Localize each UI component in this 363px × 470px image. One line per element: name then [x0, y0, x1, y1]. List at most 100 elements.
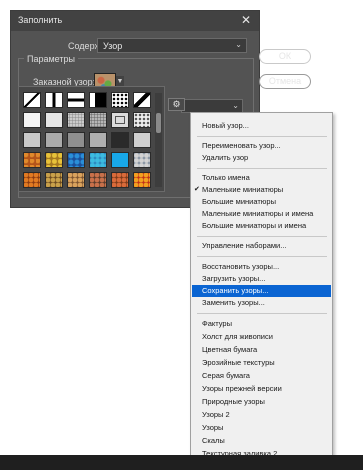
- menu-item-reset-patterns[interactable]: Восстановить узоры...: [192, 261, 331, 273]
- pattern-tile[interactable]: [133, 112, 151, 128]
- pattern-tile[interactable]: [45, 172, 63, 188]
- menu-item-label: Природные узоры: [202, 397, 265, 406]
- menu-item-label: Восстановить узоры...: [202, 262, 280, 271]
- pattern-tile[interactable]: [23, 92, 41, 108]
- menu-item-label: Узоры 2: [202, 410, 230, 419]
- menu-item-label: Эрозийные текстуры: [202, 358, 275, 367]
- pattern-tile[interactable]: [67, 172, 85, 188]
- dialog-titlebar: Заполнить ✕: [11, 11, 259, 31]
- menu-divider: [197, 313, 327, 314]
- pattern-tile[interactable]: [45, 152, 63, 168]
- menu-item-label: Маленькие миниатюры: [202, 185, 284, 194]
- menu-item-label: Скалы: [202, 436, 225, 445]
- pattern-tile[interactable]: [23, 172, 41, 188]
- menu-item-label: Фактуры: [202, 319, 232, 328]
- menu-item-large-thumbnails[interactable]: Большие миниатюры: [192, 196, 331, 208]
- menu-item-large-list[interactable]: Большие миниатюры и имена: [192, 220, 331, 232]
- chevron-down-icon: ▼: [116, 78, 124, 85]
- menu-item-preset-set[interactable]: Узоры 2: [192, 409, 331, 421]
- menu-item-label: Управление наборами...: [202, 241, 287, 250]
- pattern-tile[interactable]: [111, 172, 129, 188]
- pattern-tile[interactable]: [67, 112, 85, 128]
- menu-item-label: Серая бумага: [202, 371, 250, 380]
- picker-scroll-thumb[interactable]: [156, 113, 161, 133]
- menu-item-small-thumbnails[interactable]: ✔ Маленькие миниатюры: [192, 184, 331, 196]
- menu-item-preset-set[interactable]: Скалы: [192, 435, 331, 447]
- parameters-label: Параметры: [24, 54, 78, 64]
- menu-item-preset-manager[interactable]: Управление наборами...: [192, 240, 331, 252]
- pattern-tile[interactable]: [133, 172, 151, 188]
- menu-item-save-patterns[interactable]: Сохранить узоры...: [192, 285, 331, 297]
- pattern-tile[interactable]: [23, 132, 41, 148]
- contents-select[interactable]: Узор ⌄: [97, 38, 247, 53]
- pattern-tile[interactable]: [111, 132, 129, 148]
- menu-item-preset-set[interactable]: Природные узоры: [192, 396, 331, 408]
- pattern-tile[interactable]: [133, 132, 151, 148]
- menu-divider: [197, 256, 327, 257]
- menu-item-preset-set[interactable]: Фактуры: [192, 318, 331, 330]
- menu-item-label: Холст для живописи: [202, 332, 273, 341]
- menu-item-rename-pattern[interactable]: Переименовать узор...: [192, 140, 331, 152]
- menu-item-preset-set[interactable]: Узоры: [192, 422, 331, 434]
- pattern-tile[interactable]: [89, 92, 107, 108]
- menu-item-label: Только имена: [202, 173, 250, 182]
- pattern-tile[interactable]: [111, 112, 129, 128]
- menu-item-preset-set[interactable]: Холст для живописи: [192, 331, 331, 343]
- chevron-down-icon: ⌄: [235, 40, 242, 49]
- menu-item-label: Новый узор...: [202, 121, 249, 130]
- menu-divider: [197, 168, 327, 169]
- contents-value: Узор: [103, 41, 123, 51]
- menu-item-small-list[interactable]: Маленькие миниатюры и имена: [192, 208, 331, 220]
- menu-item-preset-set[interactable]: Узоры прежней версии: [192, 383, 331, 395]
- pattern-tile[interactable]: [67, 132, 85, 148]
- menu-item-label: Загрузить узоры...: [202, 274, 266, 283]
- menu-item-preset-set[interactable]: Серая бумага: [192, 370, 331, 382]
- menu-item-label: Удалить узор: [202, 153, 249, 162]
- pattern-options-menu: Новый узор... Переименовать узор... Удал…: [190, 112, 333, 462]
- cancel-button[interactable]: Отмена: [259, 74, 311, 89]
- menu-item-label: Переименовать узор...: [202, 141, 281, 150]
- menu-divider: [197, 236, 327, 237]
- menu-item-label: Большие миниатюры и имена: [202, 221, 307, 230]
- menu-item-preset-set[interactable]: Цветная бумага: [192, 344, 331, 356]
- pattern-tile[interactable]: [45, 112, 63, 128]
- pattern-tile[interactable]: [111, 92, 129, 108]
- close-icon[interactable]: ✕: [241, 13, 251, 27]
- pattern-picker-panel: [18, 86, 165, 192]
- taskbar: [0, 455, 363, 470]
- check-icon: ✔: [194, 186, 200, 193]
- pattern-tile[interactable]: [67, 152, 85, 168]
- menu-item-label: Сохранить узоры...: [202, 286, 269, 295]
- pattern-tile[interactable]: [89, 112, 107, 128]
- menu-divider: [197, 136, 327, 137]
- menu-item-label: Маленькие миниатюры и имена: [202, 209, 314, 218]
- pattern-tile[interactable]: [133, 92, 151, 108]
- menu-item-label: Узоры прежней версии: [202, 384, 282, 393]
- mode-select[interactable]: ⌄: [181, 99, 243, 113]
- pattern-tile[interactable]: [111, 152, 129, 168]
- gear-icon[interactable]: ⚙: [168, 98, 185, 111]
- ok-button[interactable]: ОК: [259, 49, 311, 64]
- pattern-tile[interactable]: [67, 92, 85, 108]
- menu-item-text-only[interactable]: Только имена: [192, 172, 331, 184]
- menu-item-label: Узоры: [202, 423, 224, 432]
- pattern-tile[interactable]: [89, 152, 107, 168]
- menu-item-label: Цветная бумага: [202, 345, 258, 354]
- dialog-title: Заполнить: [18, 15, 63, 25]
- chevron-down-icon: ⌄: [232, 101, 239, 110]
- menu-item-replace-patterns[interactable]: Заменить узоры...: [192, 297, 331, 309]
- menu-item-label: Заменить узоры...: [202, 298, 265, 307]
- pattern-tile[interactable]: [23, 152, 41, 168]
- pattern-tile[interactable]: [133, 152, 151, 168]
- pattern-tile[interactable]: [23, 112, 41, 128]
- menu-item-new-pattern[interactable]: Новый узор...: [192, 120, 331, 132]
- pattern-tile[interactable]: [89, 172, 107, 188]
- menu-item-load-patterns[interactable]: Загрузить узоры...: [192, 273, 331, 285]
- menu-item-label: Большие миниатюры: [202, 197, 276, 206]
- picker-scrollbar[interactable]: [155, 93, 162, 187]
- menu-item-delete-pattern[interactable]: Удалить узор: [192, 152, 331, 164]
- pattern-tile[interactable]: [89, 132, 107, 148]
- pattern-tile[interactable]: [45, 92, 63, 108]
- menu-item-preset-set[interactable]: Эрозийные текстуры: [192, 357, 331, 369]
- pattern-tile[interactable]: [45, 132, 63, 148]
